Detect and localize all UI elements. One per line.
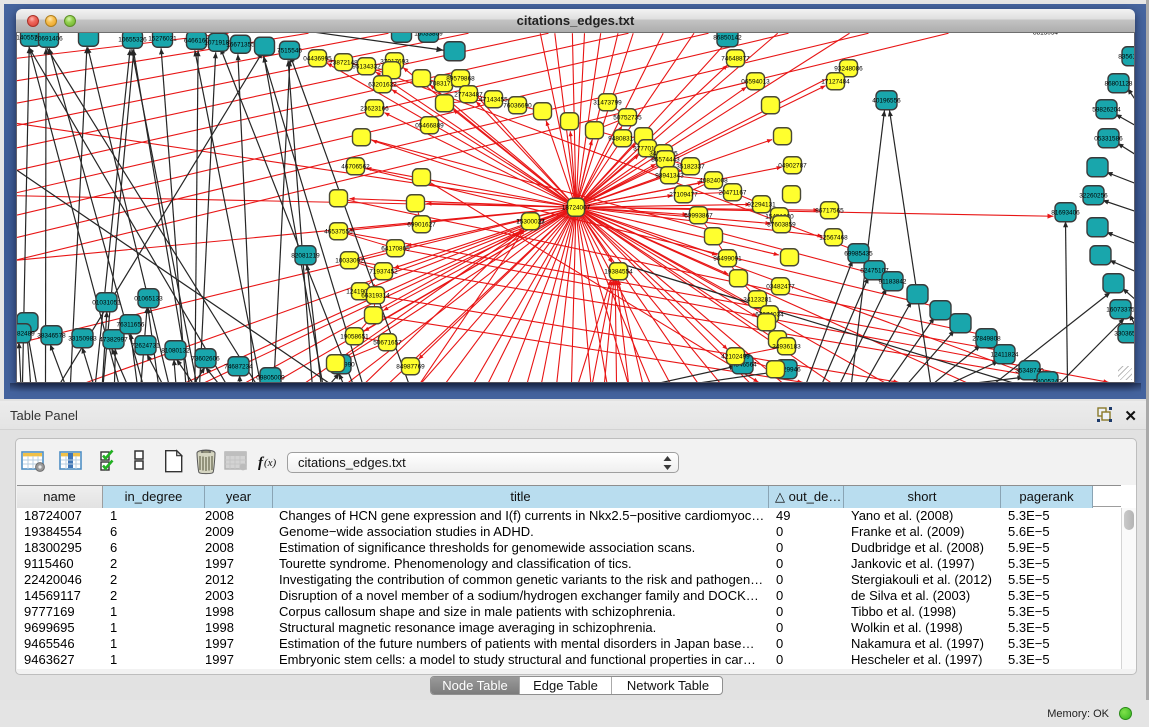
svg-text:91183842: 91183842 — [879, 278, 907, 285]
svg-text:50752735: 50752735 — [613, 114, 642, 121]
svg-text:23623166: 23623166 — [360, 105, 389, 112]
svg-text:(x): (x) — [264, 457, 277, 469]
svg-text:81693406: 81693406 — [1051, 209, 1080, 216]
svg-text:46706562: 46706562 — [341, 163, 370, 170]
svg-text:12411824: 12411824 — [991, 351, 1019, 358]
svg-text:83561595: 83561595 — [1118, 53, 1135, 60]
svg-text:81080132: 81080132 — [161, 347, 190, 354]
svg-text:98941343: 98941343 — [655, 172, 684, 179]
svg-text:82081219: 82081219 — [291, 252, 320, 259]
svg-text:20471167: 20471167 — [719, 189, 747, 196]
svg-text:73602606: 73602606 — [191, 355, 220, 362]
svg-text:10655326: 10655326 — [118, 36, 147, 43]
svg-text:03482477: 03482477 — [766, 283, 795, 290]
svg-text:40824008: 40824008 — [699, 177, 728, 184]
svg-text:8813054: 8813054 — [1033, 33, 1058, 36]
svg-text:16033809: 16033809 — [414, 33, 443, 37]
svg-text:95134332: 95134332 — [352, 63, 381, 70]
svg-text:84987769: 84987769 — [396, 363, 425, 370]
svg-text:69993867: 69993867 — [684, 212, 713, 219]
svg-text:86850142: 86850142 — [713, 34, 742, 41]
svg-text:16671355: 16671355 — [226, 41, 255, 48]
svg-text:04436995: 04436995 — [303, 55, 332, 62]
svg-text:05331586: 05331586 — [1094, 135, 1123, 142]
svg-text:19058651: 19058651 — [340, 333, 369, 340]
svg-text:15276021: 15276021 — [148, 35, 177, 42]
svg-text:15300027: 15300027 — [516, 218, 545, 225]
svg-text:7515546: 7515546 — [277, 47, 302, 54]
svg-text:12567468: 12567468 — [819, 234, 848, 241]
svg-text:02294131: 02294131 — [747, 201, 776, 208]
svg-text:31473799: 31473799 — [593, 99, 622, 106]
svg-text:96499091: 96499091 — [713, 255, 742, 262]
svg-text:38346578: 38346578 — [37, 332, 66, 339]
svg-text:09805009: 09805009 — [256, 374, 285, 381]
svg-text:42102499: 42102499 — [721, 353, 750, 360]
svg-text:10033092: 10033092 — [335, 257, 364, 264]
svg-text:86801128: 86801128 — [1105, 80, 1133, 87]
svg-text:63201632: 63201632 — [368, 81, 397, 88]
svg-text:72624731: 72624731 — [131, 342, 160, 349]
svg-text:50671657: 50671657 — [373, 339, 402, 346]
svg-text:94808313: 94808313 — [608, 135, 637, 142]
svg-text:47382997: 47382997 — [99, 336, 128, 343]
svg-text:33036541: 33036541 — [1114, 330, 1135, 337]
svg-text:27109477: 27109477 — [669, 191, 698, 198]
svg-text:32260256: 32260256 — [1079, 192, 1108, 199]
svg-text:34123281: 34123281 — [743, 296, 772, 303]
svg-text:66319314: 66319314 — [361, 292, 390, 299]
svg-text:06594013: 06594013 — [741, 78, 770, 85]
svg-text:22782489: 22782489 — [17, 330, 35, 337]
svg-text:04902787: 04902787 — [778, 162, 807, 169]
svg-text:69901627: 69901627 — [407, 221, 436, 228]
svg-text:16073375: 16073375 — [1106, 306, 1135, 313]
svg-text:01031051: 01031051 — [92, 299, 121, 306]
svg-text:93248086: 93248086 — [834, 65, 863, 72]
svg-text:34936183: 34936183 — [772, 343, 801, 350]
svg-text:87603859: 87603859 — [767, 221, 796, 228]
svg-text:71937452: 71937452 — [369, 268, 398, 275]
svg-text:27849808: 27849808 — [972, 335, 1001, 342]
svg-text:35182337: 35182337 — [676, 163, 705, 170]
svg-text:01065133: 01065133 — [134, 295, 163, 302]
svg-text:64170805: 64170805 — [381, 245, 410, 252]
svg-text:74687234: 74687234 — [224, 363, 253, 370]
svg-text:46537556: 46537556 — [324, 228, 353, 235]
svg-text:17127484: 17127484 — [821, 78, 850, 85]
svg-text:20691406: 20691406 — [34, 35, 63, 42]
svg-text:05466889: 05466889 — [415, 122, 444, 129]
svg-text:40196556: 40196556 — [872, 97, 901, 104]
svg-text:89579868: 89579868 — [446, 75, 475, 82]
svg-text:33150983: 33150983 — [68, 335, 97, 342]
svg-text:59826204: 59826204 — [1092, 106, 1121, 113]
svg-text:74648877: 74648877 — [721, 55, 750, 62]
svg-text:96717565: 96717565 — [815, 207, 844, 214]
svg-text:85574443: 85574443 — [651, 156, 680, 163]
svg-text:18724007: 18724007 — [562, 204, 591, 211]
svg-text:76036690: 76036690 — [503, 102, 532, 109]
svg-text:19384554: 19384554 — [604, 268, 633, 275]
svg-text:69985435: 69985435 — [844, 250, 873, 257]
svg-text:76311656: 76311656 — [117, 321, 145, 328]
